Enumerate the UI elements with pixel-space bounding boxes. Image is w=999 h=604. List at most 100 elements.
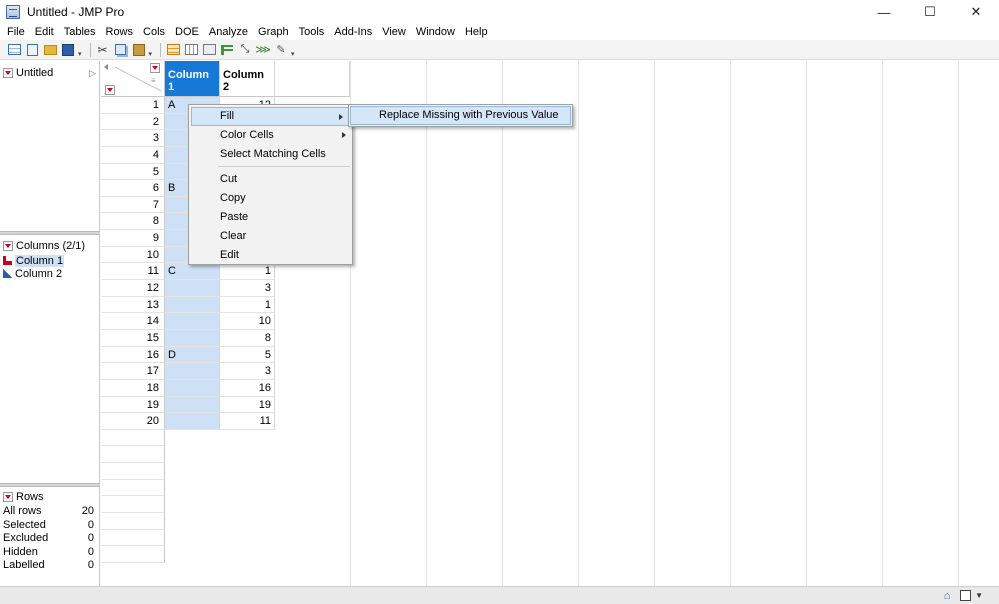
row-number[interactable]: 4 — [101, 146, 165, 164]
column-list-item[interactable]: Column 1 — [0, 254, 99, 267]
columns-panel-header[interactable]: Columns (2/1) — [0, 239, 99, 253]
row-number[interactable]: 20 — [101, 413, 165, 430]
row-number[interactable]: 15 — [101, 329, 165, 347]
menu-window[interactable]: Window — [411, 24, 460, 40]
row-number[interactable]: 2 — [101, 113, 165, 131]
open-icon[interactable] — [42, 42, 58, 57]
window-list-icon[interactable] — [960, 590, 972, 601]
menu-doe[interactable]: DOE — [170, 24, 204, 40]
row-number[interactable]: 6 — [101, 180, 165, 197]
cut-icon[interactable]: ✂ — [95, 42, 111, 57]
row-number[interactable]: 1 — [101, 97, 165, 114]
context-menu-fill[interactable]: Fill — [191, 107, 350, 126]
menu-rows[interactable]: Rows — [101, 24, 139, 40]
row-number[interactable]: 9 — [101, 230, 165, 247]
empty-column-header[interactable] — [275, 61, 350, 97]
toolbar-overflow-icon[interactable]: ▾ — [78, 50, 82, 58]
collapse-arrow-icon[interactable]: ▷ — [89, 68, 96, 79]
row-number[interactable]: 5 — [101, 163, 165, 181]
column-list-item[interactable]: Column 2 — [0, 267, 99, 280]
table-cell[interactable]: 11 — [220, 413, 275, 430]
minimize-button[interactable]: — — [861, 0, 907, 24]
home-window-icon[interactable]: ⌂ — [940, 589, 954, 602]
row-number[interactable]: 11 — [101, 263, 165, 281]
table-cell[interactable]: 3 — [220, 280, 275, 297]
menu-analyze[interactable]: Analyze — [204, 24, 253, 40]
fit-model-icon[interactable]: ⤡ — [237, 42, 253, 57]
row-number[interactable]: 19 — [101, 396, 165, 414]
distribution-icon[interactable] — [201, 42, 217, 57]
paste-icon[interactable] — [131, 42, 147, 57]
save-icon[interactable] — [60, 42, 76, 57]
table-cell[interactable]: 10 — [220, 313, 275, 330]
table-cell[interactable]: 5 — [220, 346, 275, 364]
script-editor-icon[interactable]: ✎ — [273, 42, 289, 57]
column-header-column-1[interactable]: Column 1 — [165, 61, 220, 97]
row-number[interactable]: 8 — [101, 213, 165, 231]
row-number[interactable]: 16 — [101, 346, 165, 364]
rows-panel-header[interactable]: Rows — [0, 490, 99, 504]
table-cell[interactable] — [165, 296, 220, 314]
table-cell[interactable] — [165, 363, 220, 380]
table-cell[interactable] — [165, 396, 220, 414]
copy-icon[interactable] — [113, 42, 129, 57]
table-cell[interactable]: 19 — [220, 396, 275, 414]
table-cell[interactable]: 16 — [220, 379, 275, 397]
menu-tables[interactable]: Tables — [59, 24, 101, 40]
close-button[interactable]: ✕ — [953, 0, 999, 24]
table-cell[interactable]: 3 — [220, 363, 275, 380]
red-triangle-menu-icon[interactable] — [3, 492, 13, 502]
new-data-table-icon[interactable] — [6, 42, 22, 57]
menu-graph[interactable]: Graph — [253, 24, 294, 40]
table-cell[interactable]: 1 — [220, 263, 275, 281]
row-number[interactable]: 14 — [101, 313, 165, 330]
context-menu-clear[interactable]: Clear — [189, 227, 352, 246]
row-number[interactable]: 17 — [101, 363, 165, 380]
maximize-button[interactable]: ☐ — [907, 0, 953, 24]
context-menu-copy[interactable]: Copy — [189, 189, 352, 208]
new-script-icon[interactable] — [24, 42, 40, 57]
context-menu-paste[interactable]: Paste — [189, 208, 352, 227]
table-cell[interactable]: C — [165, 263, 220, 281]
table-cell[interactable]: 1 — [220, 296, 275, 314]
menu-tools[interactable]: Tools — [294, 24, 330, 40]
menu-add-ins[interactable]: Add-Ins — [329, 24, 377, 40]
menu-help[interactable]: Help — [460, 24, 493, 40]
grid-corner[interactable]: ≡ — [101, 61, 165, 97]
window-list-dropdown-icon[interactable]: ▼ — [975, 591, 983, 600]
row-number[interactable]: 10 — [101, 246, 165, 264]
row-number[interactable]: 3 — [101, 130, 165, 147]
data-table-icon[interactable] — [165, 42, 181, 57]
context-menu-cut[interactable]: Cut — [189, 170, 352, 189]
red-triangle-menu-icon[interactable] — [3, 68, 13, 78]
table-cell[interactable] — [165, 379, 220, 397]
replace-missing-with-previous-value-item[interactable]: Replace Missing with Previous Value — [350, 106, 571, 125]
row-number[interactable]: 12 — [101, 280, 165, 297]
row-number[interactable]: 13 — [101, 296, 165, 314]
columns-red-triangle-icon[interactable] — [150, 63, 160, 73]
table-cell[interactable] — [165, 280, 220, 297]
toolbar-overflow-icon-3[interactable]: ▾ — [291, 50, 295, 58]
context-menu-color-cells[interactable]: Color Cells — [189, 126, 352, 145]
menu-file[interactable]: File — [2, 24, 30, 40]
fit-y-by-x-icon[interactable] — [219, 42, 235, 57]
toolbar-overflow-icon-2[interactable]: ▾ — [149, 50, 153, 58]
row-number[interactable]: 7 — [101, 196, 165, 214]
context-menu-select-matching-cells[interactable]: Select Matching Cells — [189, 145, 352, 164]
table-cell[interactable]: 8 — [220, 329, 275, 347]
table-cell[interactable] — [165, 313, 220, 330]
table-panel-header[interactable]: Untitled ▷ — [0, 66, 99, 80]
menu-view[interactable]: View — [377, 24, 411, 40]
column-header-column-2[interactable]: Column 2 — [220, 61, 275, 97]
rows-red-triangle-icon[interactable] — [105, 85, 115, 95]
menu-edit[interactable]: Edit — [30, 24, 59, 40]
context-menu-edit[interactable]: Edit — [189, 246, 352, 265]
table-cell[interactable]: D — [165, 346, 220, 364]
table-cell[interactable] — [165, 413, 220, 430]
menu-cols[interactable]: Cols — [138, 24, 170, 40]
table-cell[interactable] — [165, 329, 220, 347]
red-triangle-menu-icon[interactable] — [3, 241, 13, 251]
row-number[interactable]: 18 — [101, 379, 165, 397]
tabulate-icon[interactable] — [183, 42, 199, 57]
graph-builder-icon[interactable]: ⋙ — [255, 42, 271, 57]
